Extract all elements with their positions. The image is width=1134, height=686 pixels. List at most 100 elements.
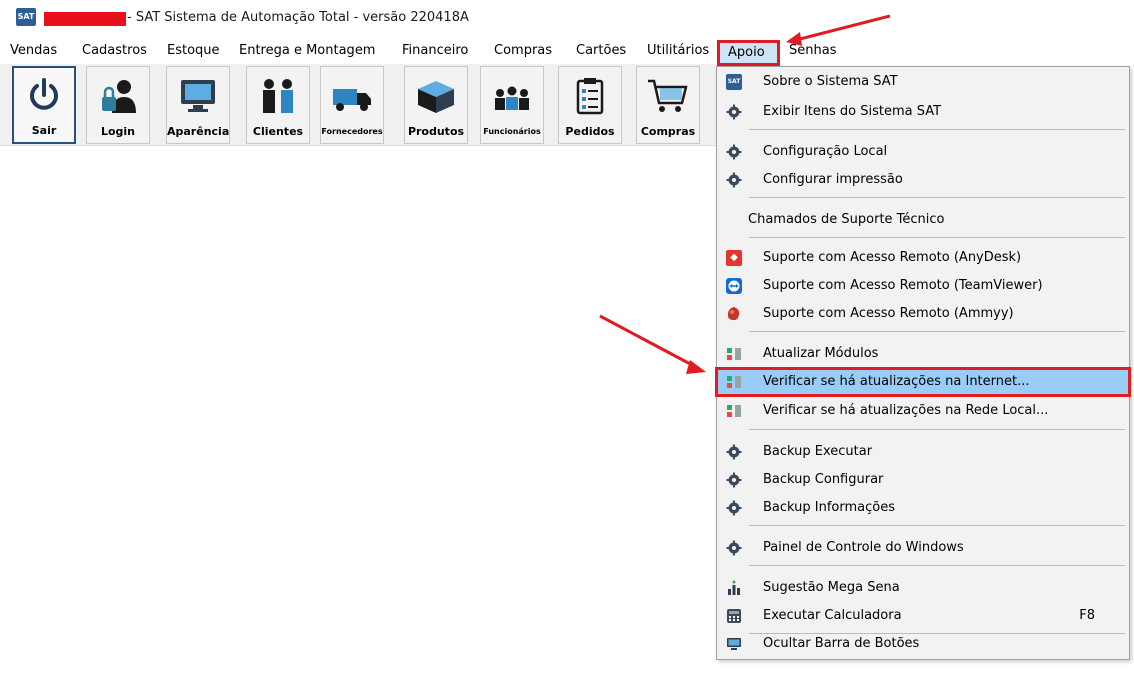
- update-icon: [727, 405, 741, 417]
- menu-item-label: Backup Executar: [763, 444, 873, 459]
- menu-item-backup-informacoes[interactable]: Backup Informações: [717, 495, 1129, 521]
- menu-compras[interactable]: Compras: [494, 43, 552, 58]
- team-icon: [495, 86, 529, 110]
- gear-icon: [726, 472, 742, 488]
- menu-item-label: Painel de Controle do Windows: [763, 540, 964, 555]
- menu-bar: Vendas Cadastros Estoque Entrega e Monta…: [0, 38, 1134, 62]
- menu-item-exibir-itens[interactable]: Exibir Itens do Sistema SAT: [717, 99, 1129, 125]
- toolbar-button-compras[interactable]: Compras: [636, 66, 700, 144]
- toolbar-button-login[interactable]: Login: [86, 66, 150, 144]
- menu-separator: [749, 429, 1125, 430]
- update-icon: [727, 348, 741, 360]
- clipboard-icon: [576, 78, 604, 115]
- menu-cartoes[interactable]: Cartões: [576, 43, 626, 58]
- menu-item-anydesk[interactable]: ◆ Suporte com Acesso Remoto (AnyDesk): [717, 245, 1129, 271]
- user-lock-icon: [102, 80, 136, 113]
- power-icon: [30, 78, 58, 110]
- menu-item-verificar-atualizacoes-rede[interactable]: Verificar se há atualizações na Rede Loc…: [717, 398, 1129, 424]
- toolbar-button-sair[interactable]: Sair: [12, 66, 76, 144]
- toolbar-button-fornecedores[interactable]: Fornecedores: [320, 66, 384, 144]
- gear-icon: [726, 500, 742, 516]
- menu-entrega-montagem[interactable]: Entrega e Montagem: [239, 43, 375, 58]
- menu-item-label: Atualizar Módulos: [763, 346, 879, 361]
- ammyy-icon: [727, 307, 740, 321]
- annotation-arrow-icon: [599, 314, 706, 374]
- menu-item-label: Sugestão Mega Sena: [763, 580, 900, 595]
- menu-item-teamviewer[interactable]: Suporte com Acesso Remoto (TeamViewer): [717, 273, 1129, 299]
- menu-item-sobre-sistema[interactable]: SAT Sobre o Sistema SAT: [717, 69, 1129, 95]
- redacted-block: [44, 12, 126, 26]
- gear-icon: [726, 144, 742, 160]
- menu-item-ammyy[interactable]: Suporte com Acesso Remoto (Ammyy): [717, 301, 1129, 327]
- update-icon: [727, 376, 741, 388]
- window-title: - SAT Sistema de Automação Total - versã…: [127, 10, 469, 25]
- menu-item-label: Ocultar Barra de Botões: [763, 636, 920, 651]
- menu-item-label: Verificar se há atualizações na Internet…: [763, 374, 1030, 389]
- menu-separator: [749, 237, 1125, 238]
- toolbar-label: Sair: [31, 124, 57, 137]
- toolbar-button-funcionarios[interactable]: Funcionários: [480, 66, 544, 144]
- toolbar-button-pedidos[interactable]: Pedidos: [558, 66, 622, 144]
- menu-separator: [749, 197, 1125, 198]
- toolbar-label: Aparência: [167, 125, 230, 138]
- menu-utilitarios[interactable]: Utilitários: [647, 43, 709, 58]
- calculator-icon: [727, 609, 741, 623]
- menu-item-label: Chamados de Suporte Técnico: [748, 212, 945, 227]
- toolbar-label: Fornecedores: [321, 127, 383, 136]
- menu-separator: [749, 565, 1125, 566]
- gear-icon: [726, 104, 742, 120]
- monitor-icon: [181, 80, 215, 112]
- toolbar-button-aparencia[interactable]: Aparência: [166, 66, 230, 144]
- menu-item-painel-controle[interactable]: Painel de Controle do Windows: [717, 535, 1129, 561]
- menu-item-mega-sena[interactable]: Sugestão Mega Sena: [717, 575, 1129, 601]
- button-toolbar: Sair Login Aparência Clientes Fornecedor…: [0, 64, 716, 146]
- menu-item-label: Verificar se há atualizações na Rede Loc…: [763, 403, 1049, 418]
- gear-icon: [726, 540, 742, 556]
- gear-icon: [726, 444, 742, 460]
- chart-icon: [728, 580, 740, 595]
- menu-separator: [749, 129, 1125, 130]
- menu-item-label: Backup Configurar: [763, 472, 884, 487]
- toolbar-button-produtos[interactable]: Produtos: [404, 66, 468, 144]
- toolbar-label: Funcionários: [483, 127, 541, 136]
- menu-item-label: Suporte com Acesso Remoto (TeamViewer): [763, 278, 1043, 293]
- menu-item-configuracao-local[interactable]: Configuração Local: [717, 139, 1129, 165]
- menu-financeiro[interactable]: Financeiro: [402, 43, 468, 58]
- menu-item-label: Backup Informações: [763, 500, 896, 515]
- menu-item-ocultar-barra[interactable]: Ocultar Barra de Botões: [717, 631, 1129, 657]
- menu-item-atualizar-modulos[interactable]: Atualizar Módulos: [717, 341, 1129, 367]
- sat-logo-icon: SAT: [726, 74, 742, 90]
- gear-icon: [726, 172, 742, 188]
- menu-item-configurar-impressao[interactable]: Configurar impressão: [717, 167, 1129, 193]
- toolbar-label: Pedidos: [565, 125, 615, 138]
- menu-apoio[interactable]: Apoio: [717, 40, 780, 66]
- title-bar: SAT - SAT Sistema de Automação Total - v…: [0, 0, 1134, 36]
- teamviewer-icon: [726, 278, 742, 294]
- toolbar-label: Produtos: [407, 125, 465, 138]
- apoio-dropdown-menu: SAT Sobre o Sistema SAT Exibir Itens do …: [715, 66, 1131, 660]
- menu-item-label: Sobre o Sistema SAT: [763, 74, 898, 89]
- menu-cadastros[interactable]: Cadastros: [82, 43, 147, 58]
- menu-vendas[interactable]: Vendas: [10, 43, 57, 58]
- sat-logo-icon: SAT: [16, 8, 36, 26]
- menu-separator: [749, 331, 1125, 332]
- menu-item-label: Configurar impressão: [763, 172, 903, 187]
- anydesk-icon: ◆: [726, 250, 742, 266]
- menu-item-label: Configuração Local: [763, 144, 888, 159]
- menu-item-calculadora[interactable]: Executar Calculadora F8: [717, 603, 1129, 629]
- toolbar-button-clientes[interactable]: Clientes: [246, 66, 310, 144]
- menu-item-backup-executar[interactable]: Backup Executar: [717, 439, 1129, 465]
- toolbar-label: Login: [100, 125, 136, 138]
- menu-estoque[interactable]: Estoque: [167, 43, 220, 58]
- menu-item-label: Executar Calculadora: [763, 608, 902, 623]
- box-icon: [418, 81, 454, 113]
- menu-item-chamados-suporte[interactable]: Chamados de Suporte Técnico: [717, 207, 1129, 233]
- people-icon: [263, 79, 293, 113]
- monitor-icon: [727, 638, 741, 650]
- menu-item-label: Suporte com Acesso Remoto (Ammyy): [763, 306, 1014, 321]
- menu-item-verificar-atualizacoes-internet[interactable]: Verificar se há atualizações na Internet…: [715, 367, 1131, 397]
- annotation-arrow-icon: [786, 14, 891, 46]
- menu-separator: [749, 525, 1125, 526]
- toolbar-label: Compras: [640, 125, 696, 138]
- menu-item-backup-configurar[interactable]: Backup Configurar: [717, 467, 1129, 493]
